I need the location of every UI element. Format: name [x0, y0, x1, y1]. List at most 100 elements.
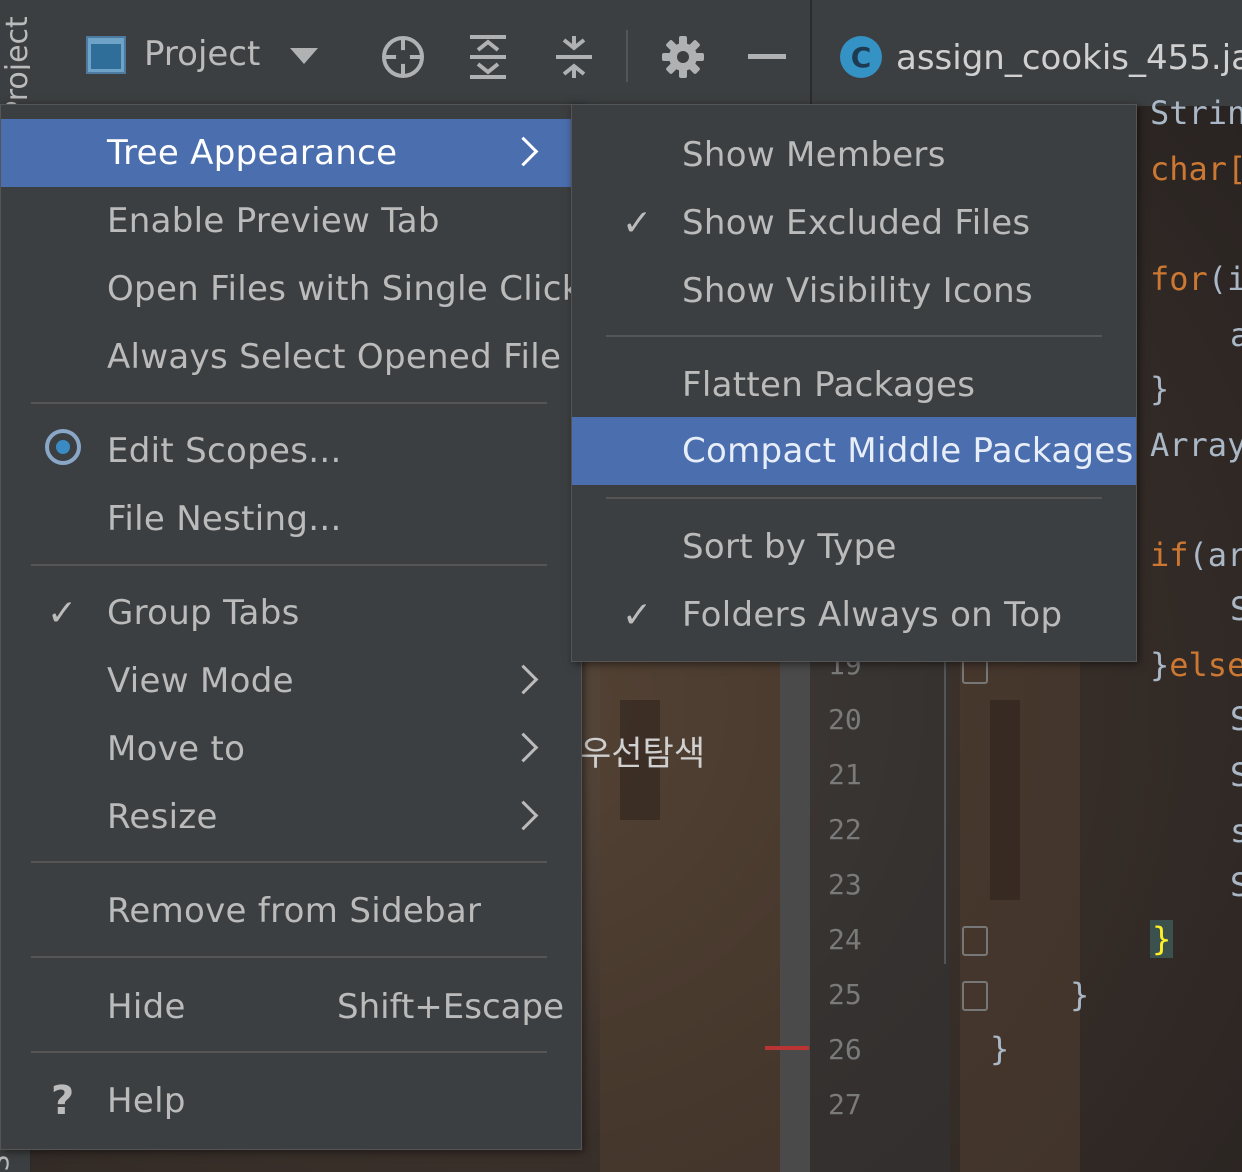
- menu-item-label: Help: [107, 1081, 186, 1121]
- menu-item-hide[interactable]: Hide Shift+Escape: [1, 973, 571, 1041]
- project-view-selector[interactable]: Project: [144, 34, 260, 74]
- code-line: if(ar: [1150, 536, 1242, 574]
- menu-separator: [31, 861, 547, 863]
- toolbar-divider: [626, 30, 628, 82]
- menu-item-file-nesting[interactable]: File Nesting...: [1, 485, 571, 553]
- line-number: 23: [828, 868, 862, 901]
- menu-item-label: Edit Scopes...: [107, 431, 342, 471]
- menu-item-label: Tree Appearance: [107, 133, 398, 173]
- menu-item-group-tabs[interactable]: ✓ Group Tabs: [1, 579, 571, 647]
- menu-item-edit-scopes[interactable]: Edit Scopes...: [1, 417, 571, 485]
- collapse-all-icon[interactable]: [552, 34, 596, 80]
- code-text: (i: [1207, 260, 1242, 298]
- menu-item-label: Remove from Sidebar: [107, 891, 482, 931]
- help-icon: ?: [51, 1078, 75, 1124]
- minimize-icon[interactable]: [748, 54, 786, 59]
- menu-item-move-to[interactable]: Move to: [1, 715, 571, 783]
- line-number: 26: [828, 1033, 862, 1066]
- menu-item-label: View Mode: [107, 661, 294, 701]
- locate-icon[interactable]: [380, 34, 426, 80]
- fold-marker-icon[interactable]: [962, 981, 988, 1011]
- checkmark-icon: ✓: [622, 202, 653, 244]
- code-line: S: [1230, 866, 1242, 904]
- project-options-menu: Tree Appearance Enable Preview Tab Open …: [0, 104, 582, 1150]
- code-line: }: [1150, 370, 1170, 408]
- submenu-item-label: Show Excluded Files: [682, 203, 1031, 243]
- code-line: s: [1230, 812, 1242, 850]
- code-keyword: if: [1150, 536, 1189, 574]
- line-number: 24: [828, 923, 862, 956]
- tree-item-label: 우선탐색: [580, 734, 706, 774]
- project-scrollbar[interactable]: [780, 660, 810, 1172]
- code-line: S: [1230, 590, 1242, 628]
- menu-item-enable-preview-tab[interactable]: Enable Preview Tab: [1, 187, 571, 255]
- menu-item-label: Hide: [107, 987, 186, 1027]
- tree-appearance-submenu: Show Members ✓ Show Excluded Files Show …: [571, 104, 1137, 662]
- code-line: }: [1070, 976, 1090, 1014]
- matched-brace: }: [1150, 920, 1174, 958]
- menu-item-view-mode[interactable]: View Mode: [1, 647, 571, 715]
- submenu-item-label: Compact Middle Packages: [682, 431, 1134, 471]
- submenu-item-label: Flatten Packages: [682, 365, 976, 405]
- editor-tab-bar: C assign_cookis_455.java: [810, 0, 1242, 106]
- error-marker: [765, 1046, 809, 1050]
- chevron-down-icon[interactable]: [290, 48, 318, 64]
- line-number: 27: [828, 1088, 862, 1121]
- code-line: for(i: [1150, 260, 1242, 298]
- menu-item-tree-appearance[interactable]: Tree Appearance: [1, 119, 571, 187]
- submenu-item-compact-middle-packages[interactable]: Compact Middle Packages: [572, 417, 1136, 485]
- code-line: a: [1230, 316, 1242, 354]
- structure-side-tab[interactable]: S: [0, 1155, 15, 1172]
- gear-icon[interactable]: [662, 36, 704, 78]
- indent-guide: [944, 660, 946, 964]
- menu-separator: [31, 956, 547, 958]
- code-line: S: [1230, 756, 1242, 794]
- code-text: }: [1150, 646, 1170, 684]
- code-line: }: [990, 1030, 1010, 1068]
- fold-marker-icon[interactable]: [962, 926, 988, 956]
- menu-item-resize[interactable]: Resize: [1, 783, 571, 851]
- menu-item-help[interactable]: ? Help: [1, 1067, 571, 1135]
- editor-tab-filename[interactable]: assign_cookis_455.java: [896, 38, 1242, 78]
- menu-separator: [31, 1051, 547, 1053]
- menu-separator: [31, 564, 547, 566]
- menu-item-shortcut: Shift+Escape: [337, 987, 564, 1027]
- line-number: 20: [828, 703, 862, 736]
- menu-item-open-files-single-click[interactable]: Open Files with Single Click: [1, 255, 581, 323]
- menu-item-label: Always Select Opened File: [107, 337, 562, 377]
- submenu-item-label: Sort by Type: [682, 527, 897, 567]
- menu-item-always-select-opened-file[interactable]: Always Select Opened File: [1, 323, 571, 391]
- line-number: 25: [828, 978, 862, 1011]
- menu-item-label: File Nesting...: [107, 499, 342, 539]
- menu-item-remove-from-sidebar[interactable]: Remove from Sidebar: [1, 877, 571, 945]
- submenu-item-sort-by-type[interactable]: Sort by Type: [572, 513, 1136, 581]
- submenu-item-flatten-packages[interactable]: Flatten Packages: [572, 351, 1136, 419]
- menu-item-label: Group Tabs: [107, 593, 300, 633]
- menu-item-label: Open Files with Single Click: [107, 269, 582, 309]
- menu-item-label: Resize: [107, 797, 218, 837]
- line-number: 22: [828, 813, 862, 846]
- submenu-item-show-excluded-files[interactable]: ✓ Show Excluded Files: [572, 189, 1136, 257]
- menu-item-label: Move to: [107, 729, 246, 769]
- submenu-item-label: Folders Always on Top: [682, 595, 1063, 635]
- chevron-right-icon: [508, 800, 539, 831]
- code-line: Strin: [1150, 94, 1242, 132]
- code-keyword: for: [1150, 260, 1208, 298]
- line-number: 21: [828, 758, 862, 791]
- chevron-right-icon: [508, 732, 539, 763]
- chevron-right-icon: [508, 136, 539, 167]
- submenu-item-show-members[interactable]: Show Members: [572, 121, 1136, 189]
- java-class-icon: C: [840, 36, 882, 78]
- menu-item-label: Enable Preview Tab: [107, 201, 440, 241]
- submenu-item-label: Show Members: [682, 135, 946, 175]
- menu-separator: [606, 335, 1102, 337]
- scope-icon: [45, 429, 81, 465]
- checkmark-icon: ✓: [47, 592, 78, 634]
- code-line: }else: [1150, 646, 1242, 684]
- submenu-item-folders-always-on-top[interactable]: ✓ Folders Always on Top: [572, 581, 1136, 649]
- code-keyword: else: [1169, 646, 1242, 684]
- code-line: Array: [1150, 426, 1242, 464]
- submenu-item-show-visibility-icons[interactable]: Show Visibility Icons: [572, 257, 1136, 325]
- expand-all-icon[interactable]: [466, 34, 510, 80]
- chevron-right-icon: [508, 664, 539, 695]
